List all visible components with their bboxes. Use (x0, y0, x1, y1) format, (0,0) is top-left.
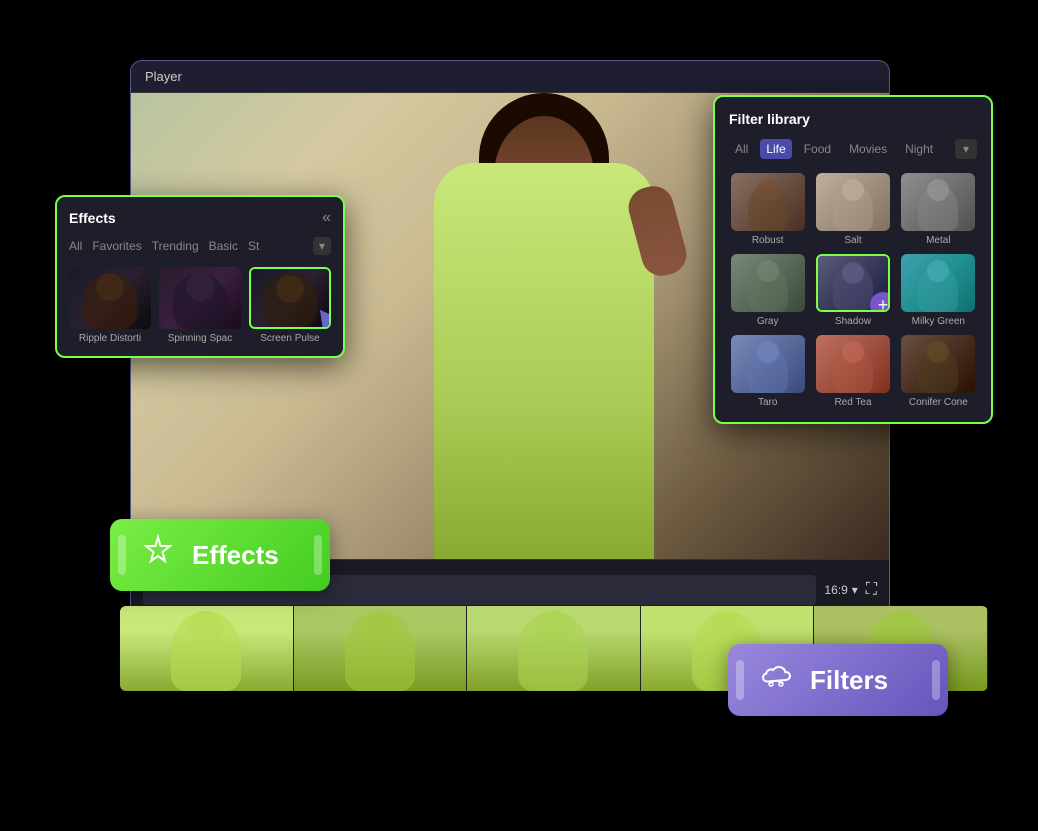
effect-thumb-ripple (69, 267, 151, 329)
filter-thumb-inner-milky-green (901, 254, 975, 312)
filter-label-red-tea: Red Tea (834, 397, 871, 408)
woman-body (434, 163, 654, 559)
effects-tab-all[interactable]: All (69, 237, 82, 255)
filters-badge-handle-right (932, 660, 940, 700)
effect-label-ripple: Ripple Distorti (79, 333, 141, 344)
effects-tab-more-button[interactable]: ▾ (313, 237, 331, 255)
filter-thumb-gray (731, 254, 805, 312)
effects-badge-handle-right (314, 535, 322, 575)
ratio-button[interactable]: 16:9 ▾ (824, 583, 857, 597)
filmstrip-frame-2 (294, 606, 468, 691)
ratio-arrow: ▾ (852, 583, 858, 597)
filter-item-taro[interactable]: Taro (729, 335, 806, 408)
effect-thumb-spinning (159, 267, 241, 329)
filter-tab-food[interactable]: Food (798, 139, 837, 159)
effect-thumb-inner-spinning (159, 267, 241, 329)
effect-thumb-inner-ripple (69, 267, 151, 329)
filter-tab-life[interactable]: Life (760, 139, 791, 159)
filter-item-robust[interactable]: Robust (729, 173, 806, 246)
add-filter-button[interactable]: + (870, 292, 890, 312)
effects-collapse-button[interactable]: « (322, 209, 331, 227)
filter-item-salt[interactable]: Salt (814, 173, 891, 246)
player-title: Player (145, 69, 182, 84)
filmstrip-frame-inner-1 (120, 606, 293, 691)
filters-badge-handle-left (736, 660, 744, 700)
ratio-label: 16:9 (824, 583, 847, 597)
effect-label-spinning: Spinning Spac (168, 333, 233, 344)
filmstrip-frame-3 (467, 606, 641, 691)
filter-tabs: All Life Food Movies Night ▾ (729, 139, 977, 159)
filter-item-milky-green[interactable]: Milky Green (900, 254, 977, 327)
filter-label-salt: Salt (844, 235, 861, 246)
player-titlebar: Player (131, 61, 889, 93)
filter-tab-night[interactable]: Night (899, 139, 939, 159)
effects-panel: Effects « All Favorites Trending Basic S… (55, 195, 345, 358)
filter-thumb-taro (731, 335, 805, 393)
filter-thumb-inner-robust (731, 173, 805, 231)
filter-thumb-inner-conifer-cone (901, 335, 975, 393)
filters-badge-label: Filters (810, 665, 888, 696)
filter-item-conifer-cone[interactable]: Conifer Cone (900, 335, 977, 408)
filter-label-conifer-cone: Conifer Cone (909, 397, 968, 408)
filter-tab-movies[interactable]: Movies (843, 139, 893, 159)
filter-thumb-metal (901, 173, 975, 231)
filter-item-shadow[interactable]: + Shadow (814, 254, 891, 327)
filter-thumb-red-tea (816, 335, 890, 393)
filter-label-robust: Robust (752, 235, 784, 246)
filter-item-red-tea[interactable]: Red Tea (814, 335, 891, 408)
filters-badge-icon (758, 658, 794, 702)
filter-thumb-milky-green (901, 254, 975, 312)
filter-thumb-inner-metal (901, 173, 975, 231)
effects-tabs: All Favorites Trending Basic St ▾ (69, 237, 331, 255)
effects-badge-label: Effects (192, 540, 279, 571)
filmstrip-frame-inner-2 (294, 606, 467, 691)
effects-badge-icon (140, 533, 176, 577)
effects-tab-basic[interactable]: Basic (209, 237, 238, 255)
filter-label-metal: Metal (926, 235, 950, 246)
filter-thumb-inner-red-tea (816, 335, 890, 393)
filter-grid: Robust Salt (729, 173, 977, 408)
filter-panel: Filter library All Life Food Movies Nigh… (713, 95, 993, 424)
effects-grid: Ripple Distorti Spinning Spac (69, 267, 331, 344)
effect-label-screen-pulse: Screen Pulse (260, 333, 319, 344)
filter-thumb-inner-salt (816, 173, 890, 231)
filter-tab-more-button[interactable]: ▾ (955, 139, 977, 159)
woman-figure (374, 93, 714, 559)
filter-thumb-shadow: + (816, 254, 890, 312)
effects-tab-trending[interactable]: Trending (152, 237, 199, 255)
filter-thumb-inner-taro (731, 335, 805, 393)
effect-item-spinning[interactable]: Spinning Spac (159, 267, 241, 344)
effects-badge[interactable]: Effects (110, 519, 330, 591)
filter-label-shadow: Shadow (835, 316, 871, 327)
filter-panel-title: Filter library (729, 111, 977, 127)
filter-tab-all[interactable]: All (729, 139, 754, 159)
fullscreen-icon: ⛶ (866, 581, 877, 598)
effect-item-ripple[interactable]: Ripple Distorti (69, 267, 151, 344)
filter-label-gray: Gray (757, 316, 779, 327)
effects-title: Effects (69, 210, 116, 226)
effect-thumb-screen-pulse (249, 267, 331, 329)
filter-item-gray[interactable]: Gray (729, 254, 806, 327)
fullscreen-button[interactable]: ⛶ (866, 581, 877, 599)
filter-label-milky-green: Milky Green (912, 316, 965, 327)
filters-badge[interactable]: Filters (728, 644, 948, 716)
filter-thumb-conifer-cone (901, 335, 975, 393)
effect-item-screen-pulse[interactable]: Screen Pulse (249, 267, 331, 344)
effects-tab-st[interactable]: St (248, 237, 259, 255)
filter-item-metal[interactable]: Metal (900, 173, 977, 246)
filter-thumb-salt (816, 173, 890, 231)
effects-header: Effects « (69, 209, 331, 227)
filmstrip-frame-1 (120, 606, 294, 691)
filmstrip-frame-inner-3 (467, 606, 640, 691)
effects-tab-favorites[interactable]: Favorites (92, 237, 141, 255)
filter-thumb-inner-gray (731, 254, 805, 312)
filter-label-taro: Taro (758, 397, 777, 408)
filter-thumb-robust (731, 173, 805, 231)
effects-badge-handle-left (118, 535, 126, 575)
